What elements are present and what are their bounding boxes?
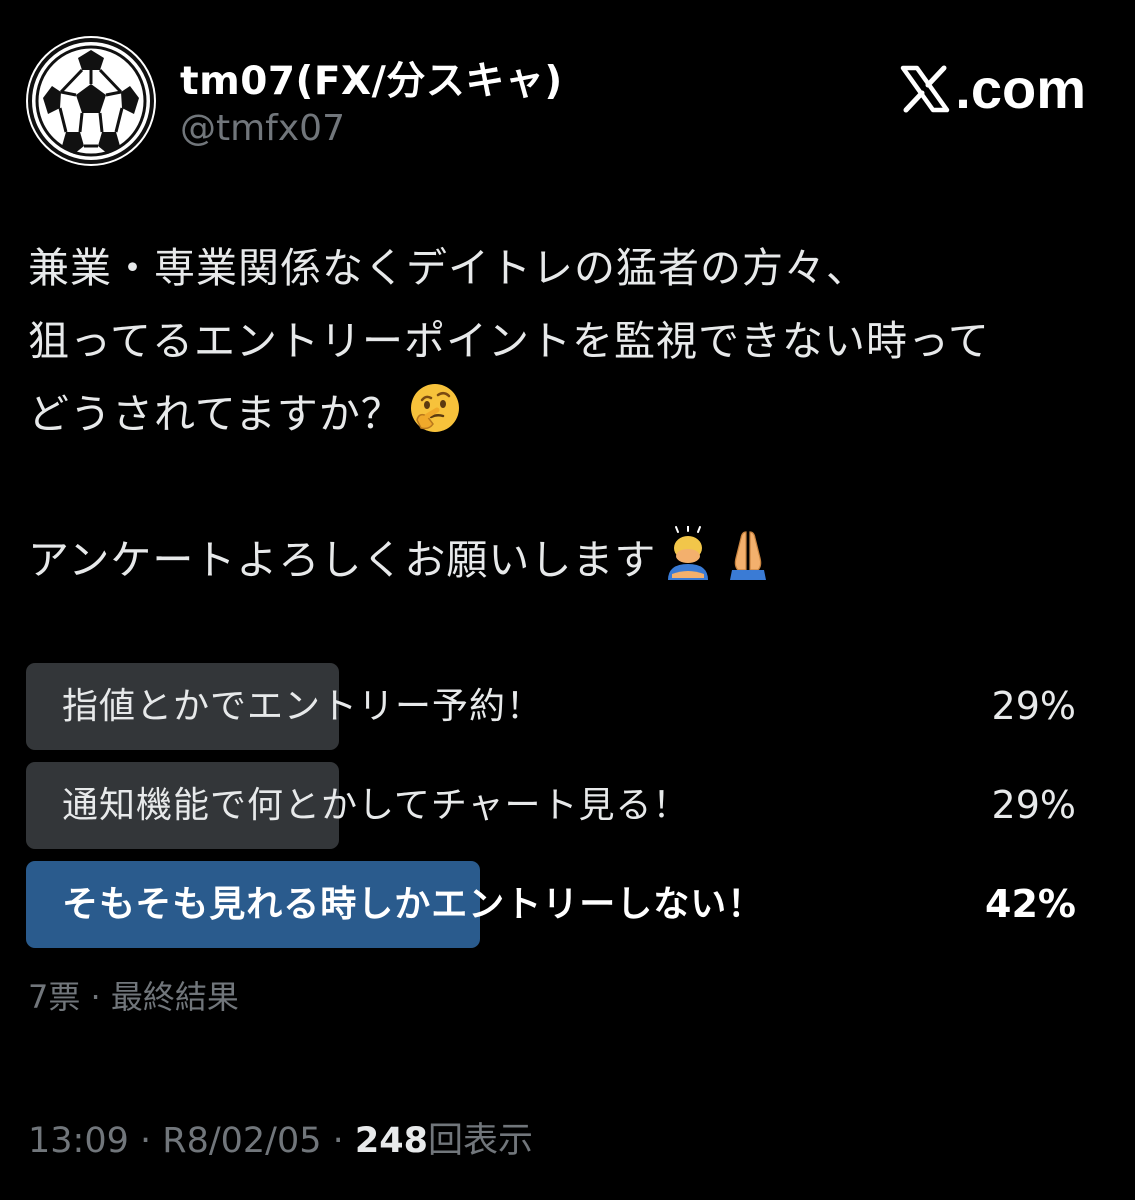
avatar[interactable] bbox=[26, 36, 156, 166]
tweet-header: tm07(FX/分スキャ) @tmfx07 .com bbox=[26, 36, 1106, 166]
author-handle[interactable]: @tmfx07 bbox=[180, 108, 345, 149]
x-com-brand: .com bbox=[899, 56, 1086, 121]
tweet-body: 兼業・専業関係なくデイトレの猛者の方々、 狙ってるエントリーポイントを監視できな… bbox=[28, 232, 1108, 597]
folded-hands-emoji bbox=[720, 526, 776, 582]
poll-option-label: 通知機能で何とかしてチャート見る！ bbox=[62, 785, 690, 826]
poll-option-percent: 29% bbox=[991, 684, 1076, 728]
tweet-footer: 13:09 · R8/02/05 · 248回表示 bbox=[28, 1112, 533, 1163]
tweet-date[interactable]: R8/02/05 bbox=[162, 1121, 321, 1161]
author-display-name[interactable]: tm07(FX/分スキャ) bbox=[180, 50, 563, 106]
poll-option-label: 指値とかでエントリー予約！ bbox=[62, 686, 544, 727]
poll: 指値とかでエントリー予約！ 29% 通知機能で何とかしてチャート見る！ 29% … bbox=[26, 663, 1076, 960]
tweet-line-text: アンケートよろしくお願いします bbox=[28, 536, 657, 584]
poll-option-percent: 42% bbox=[985, 882, 1076, 926]
poll-option[interactable]: 指値とかでエントリー予約！ 29% bbox=[26, 663, 1076, 750]
x-logo-icon bbox=[899, 63, 951, 115]
poll-option[interactable]: 通知機能で何とかしてチャート見る！ 29% bbox=[26, 762, 1076, 849]
brand-suffix: .com bbox=[955, 57, 1086, 120]
poll-option-percent: 29% bbox=[991, 783, 1076, 827]
tweet-line-text: どうされてますか？ bbox=[28, 390, 403, 438]
tweet-line: 兼業・専業関係なくデイトレの猛者の方々、 bbox=[28, 244, 868, 292]
poll-option-label: そもそも見れる時しかエントリーしない！ bbox=[62, 884, 765, 925]
separator: · bbox=[321, 1121, 355, 1161]
tweet-line: アンケートよろしくお願いします bbox=[28, 524, 1108, 597]
view-count[interactable]: 248 bbox=[355, 1121, 428, 1161]
thinking-face-emoji bbox=[407, 380, 463, 436]
tweet-time[interactable]: 13:09 bbox=[28, 1121, 129, 1161]
poll-meta: 7票 · 最終結果 bbox=[28, 978, 239, 1016]
poll-option-winner[interactable]: そもそも見れる時しかエントリーしない！ 42% bbox=[26, 861, 1076, 948]
tweet-line bbox=[28, 451, 1108, 524]
tweet-line: 狙ってるエントリーポイントを監視できない時って bbox=[28, 317, 990, 365]
bowing-person-emoji bbox=[660, 526, 716, 582]
separator: · bbox=[128, 1121, 163, 1161]
tweet-line: どうされてますか？ bbox=[28, 378, 1108, 451]
soccer-ball-icon bbox=[28, 38, 154, 164]
view-count-label: 回表示 bbox=[427, 1121, 533, 1161]
